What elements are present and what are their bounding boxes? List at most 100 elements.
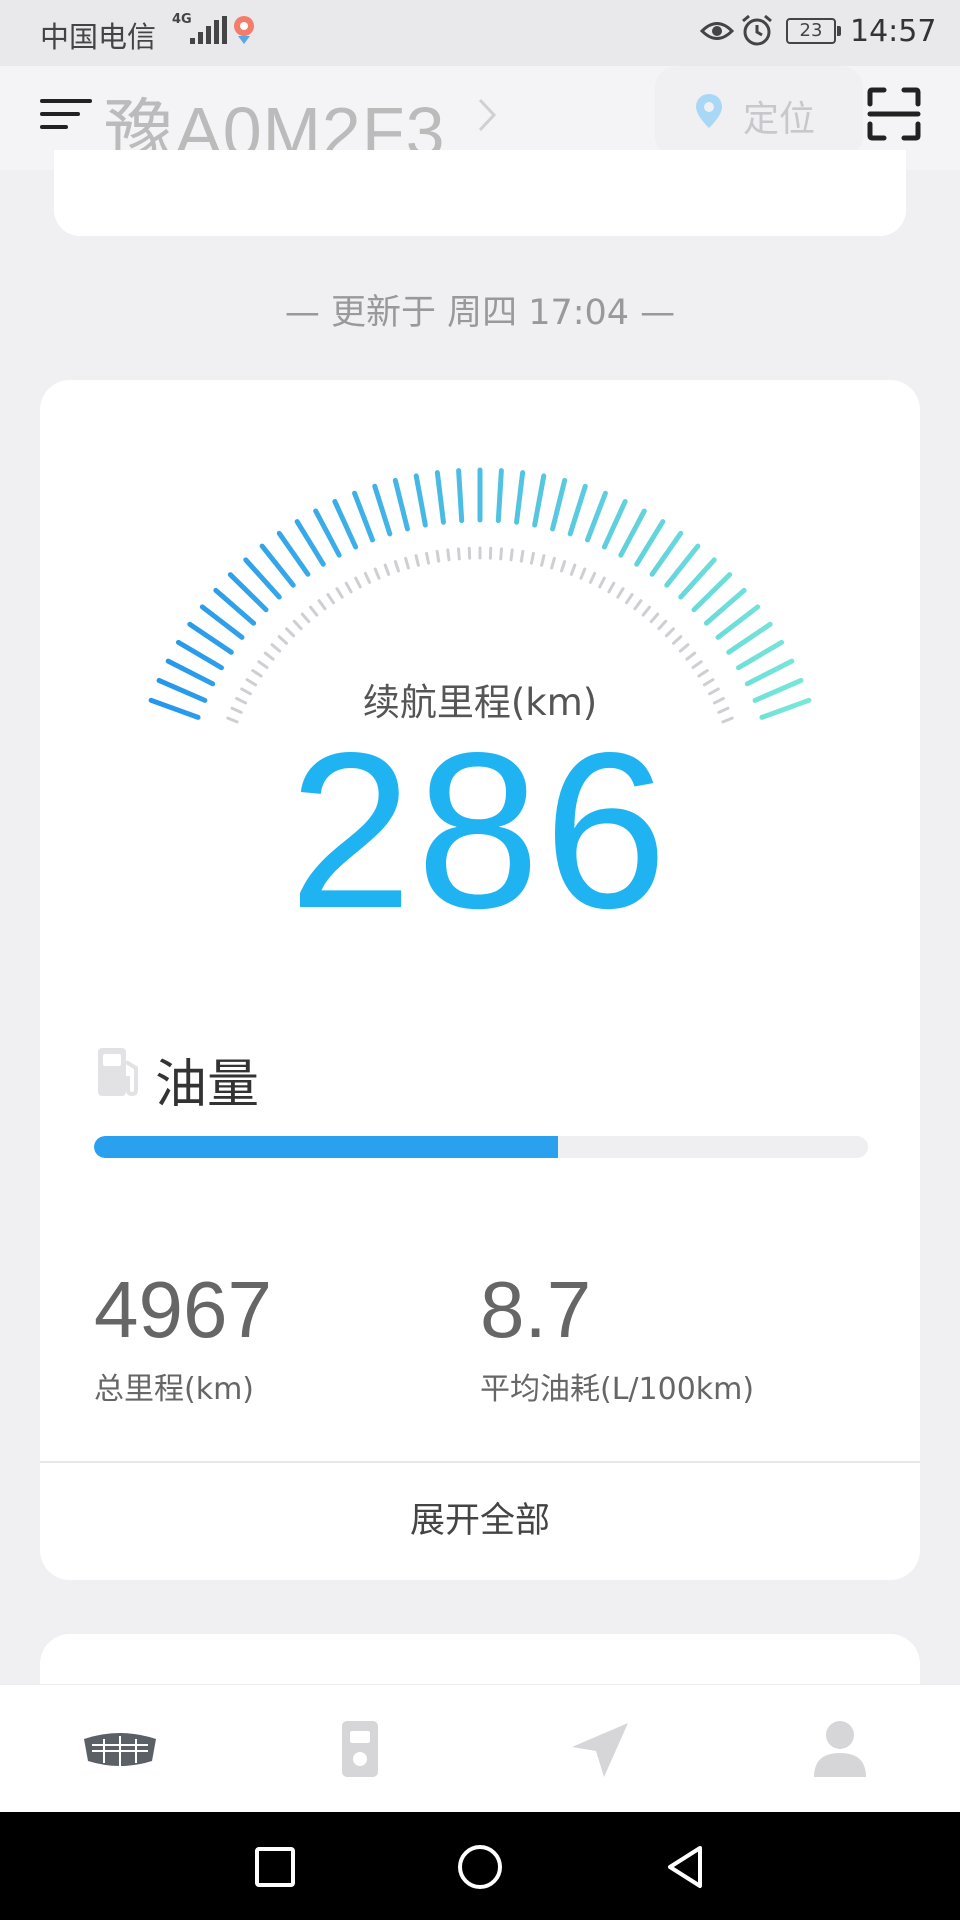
gauge-major-tick [352, 490, 375, 543]
gauge-major-tick [175, 639, 225, 671]
car-logo-icon[interactable] [80, 1719, 160, 1779]
gauge-minor-tick [363, 571, 372, 584]
home-icon[interactable] [455, 1842, 505, 1892]
gauge-minor-tick [649, 612, 660, 624]
back-icon[interactable] [660, 1842, 710, 1892]
gauge-minor-tick [664, 627, 675, 638]
gauge-minor-tick [657, 619, 668, 631]
gauge-minor-tick [529, 551, 535, 565]
gauge-minor-tick [414, 554, 420, 567]
gauge-minor-tick [678, 643, 690, 653]
user-icon[interactable] [800, 1719, 880, 1779]
gauge-minor-tick [326, 593, 335, 605]
total-mileage-label: 总里程(km) [94, 1372, 255, 1407]
range-value: 286 [288, 707, 672, 955]
gauge-minor-tick [540, 554, 546, 567]
gauge-major-tick [313, 508, 342, 558]
gauge-minor-tick [300, 612, 311, 624]
alarm-icon [742, 14, 772, 46]
gauge-major-tick [634, 519, 666, 567]
chevron-right-icon[interactable] [472, 90, 502, 140]
gauge-minor-tick [335, 587, 344, 599]
car-key-icon[interactable] [320, 1719, 400, 1779]
gauge-minor-tick [344, 581, 353, 594]
gauge-minor-tick [550, 556, 556, 570]
gauge-major-tick [456, 468, 465, 524]
gauge-minor-tick [263, 651, 275, 661]
clock: 14:57 [850, 14, 937, 49]
gauge-minor-tick [685, 651, 697, 661]
total-mileage-value: 4967 [94, 1265, 272, 1354]
gauge-major-tick [294, 519, 326, 567]
gauge-minor-tick [277, 635, 289, 645]
vehicle-status-card: 续航里程(km) 286 油量 4967 总里程(km) 8.7 平均油耗(L/… [40, 380, 920, 1580]
gauge-minor-tick [616, 587, 625, 599]
recent-apps-icon[interactable] [250, 1842, 300, 1892]
gauge-minor-tick [257, 660, 269, 669]
gauge-major-tick [259, 543, 296, 588]
gauge-minor-tick [641, 605, 651, 617]
gauge-minor-tick [404, 556, 410, 570]
gauge-minor-tick [560, 560, 567, 573]
gauge-major-tick [372, 483, 393, 537]
gauge-minor-tick [435, 549, 441, 563]
gauge-minor-tick [270, 643, 282, 653]
gauge-minor-tick [457, 547, 461, 561]
gauge-major-tick [332, 499, 359, 550]
gauge-major-tick [392, 477, 410, 532]
gauge-minor-tick [519, 549, 525, 563]
gauge-minor-tick [383, 563, 391, 576]
gauge-minor-tick [625, 593, 634, 605]
battery-level: 23 [799, 20, 823, 41]
locate-button[interactable]: 定位 [655, 66, 863, 158]
gauge-major-tick [601, 499, 628, 550]
gauge-major-tick [434, 470, 446, 525]
gauge-major-tick [495, 468, 504, 524]
gauge-minor-tick [425, 551, 431, 565]
battery-icon: 23 [786, 18, 841, 44]
gauge-minor-tick [354, 576, 362, 589]
gauge-major-tick [514, 470, 526, 525]
gauge-major-tick [199, 604, 245, 640]
gauge-minor-tick [292, 619, 303, 631]
eye-comfort-icon [700, 22, 734, 40]
location-pin-icon [696, 94, 722, 128]
gauge-minor-tick [691, 660, 703, 669]
fuel-label: 油量 [155, 1055, 260, 1115]
gauge-minor-tick [579, 567, 587, 580]
system-nav-bar [0, 1812, 960, 1920]
gauge-major-tick [585, 490, 608, 543]
map-app-icon [234, 16, 254, 44]
navigation-arrow-icon[interactable] [560, 1719, 640, 1779]
total-mileage: 4967 总里程(km) [94, 1270, 272, 1408]
scan-icon[interactable] [866, 86, 922, 142]
average-consumption: 8.7 平均油耗(L/100km) [480, 1270, 754, 1408]
gauge-minor-tick [588, 571, 597, 584]
gauge-major-tick [413, 473, 428, 528]
gauge-minor-tick [317, 599, 327, 611]
gauge-major-tick [567, 483, 588, 537]
gauge-minor-tick [671, 635, 683, 645]
gauge-minor-tick [373, 567, 381, 580]
expand-all-button[interactable]: 展开全部 [40, 1463, 920, 1580]
gauge-minor-tick [499, 547, 503, 561]
gauge-major-tick [550, 477, 568, 532]
gauge-minor-tick [633, 599, 643, 611]
carrier-name: 中国电信 [40, 20, 157, 54]
gauge-minor-tick [607, 581, 616, 594]
status-bar: 中国电信 4G 23 14:57 [0, 0, 960, 66]
gauge-minor-tick [569, 563, 577, 576]
menu-icon[interactable] [40, 93, 92, 135]
gauge-major-tick [649, 530, 684, 577]
gauge-minor-tick [446, 548, 451, 562]
network-type: 4G [172, 12, 192, 27]
gauge-minor-tick [598, 576, 606, 589]
gauge-major-tick [187, 621, 234, 655]
average-consumption-label: 平均油耗(L/100km) [480, 1372, 755, 1407]
gauge-major-tick [735, 639, 785, 671]
fuel-level-bar [94, 1136, 868, 1158]
gauge-minor-tick [509, 548, 514, 562]
previous-card [54, 150, 906, 236]
gauge-minor-tick [285, 627, 296, 638]
gauge-major-tick [726, 621, 773, 655]
